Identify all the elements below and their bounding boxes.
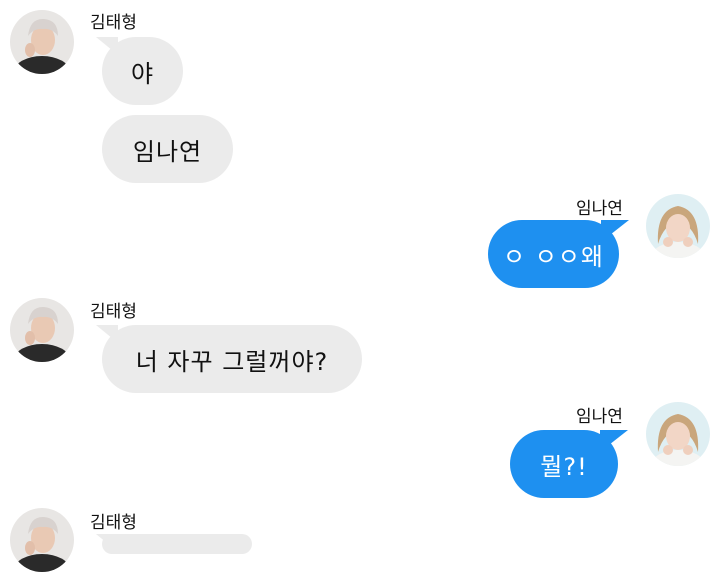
message-bubble[interactable]: ㅇ ㅇㅇ왜 bbox=[488, 220, 629, 288]
message-bubble[interactable]: 임나연 bbox=[102, 115, 233, 183]
message-bubble[interactable]: 너 자꾸 그럴꺼야? bbox=[96, 325, 362, 393]
female-profile-avatar-icon bbox=[646, 402, 710, 466]
avatar-kim[interactable] bbox=[10, 10, 74, 74]
avatar-kim[interactable] bbox=[10, 298, 74, 362]
sender-name: 임나연 bbox=[576, 407, 623, 427]
message-bubble[interactable] bbox=[96, 534, 252, 554]
sender-name: 김태형 bbox=[90, 302, 137, 322]
female-profile-avatar-icon bbox=[646, 194, 710, 258]
avatar-im[interactable] bbox=[646, 194, 710, 258]
message-bubble[interactable]: 뭘?! bbox=[510, 430, 628, 498]
male-profile-avatar-icon bbox=[10, 10, 74, 74]
male-profile-avatar-icon bbox=[10, 508, 74, 572]
male-profile-avatar-icon bbox=[10, 298, 74, 362]
avatar-im[interactable] bbox=[646, 402, 710, 466]
sender-name: 김태형 bbox=[90, 513, 137, 533]
sender-name: 김태형 bbox=[90, 13, 137, 33]
message-bubble[interactable]: 야 bbox=[96, 37, 183, 105]
avatar-kim[interactable] bbox=[10, 508, 74, 572]
sender-name: 임나연 bbox=[576, 199, 623, 219]
